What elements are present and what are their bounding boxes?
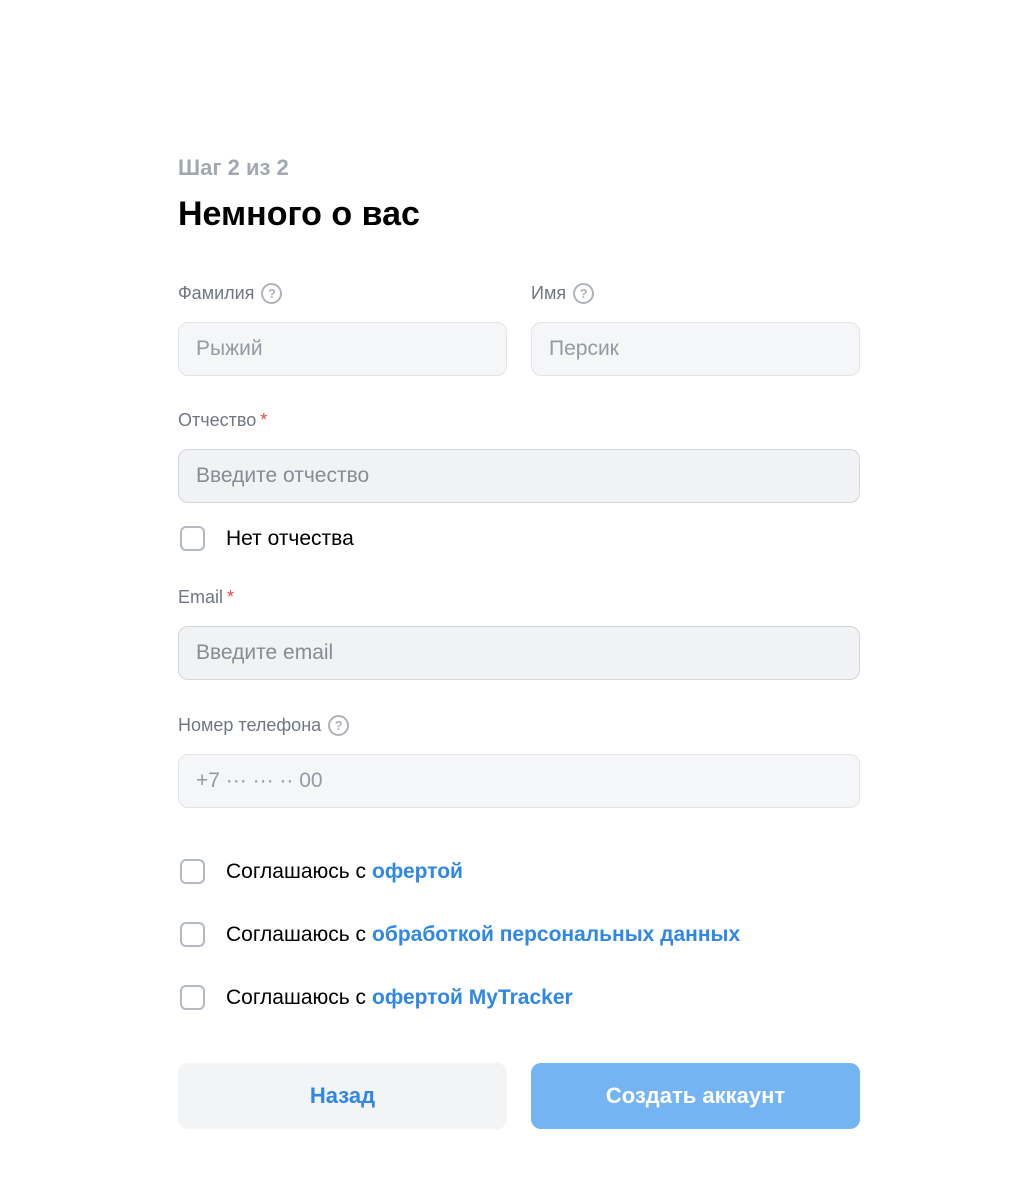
offer-link[interactable]: офертой	[372, 860, 463, 884]
patronymic-input[interactable]	[178, 449, 860, 503]
back-button[interactable]: Назад	[178, 1063, 507, 1129]
first-name-label: Имя ?	[531, 281, 595, 305]
last-name-input[interactable]	[178, 322, 507, 376]
agreement-prefix: Соглашаюсь с	[226, 922, 367, 946]
agreement-personal-data-row[interactable]: Соглашаюсь с обработкой персональных дан…	[180, 922, 740, 947]
required-mark: *	[227, 587, 235, 607]
email-label-text: Email	[178, 587, 224, 607]
agreement-personal-data-checkbox[interactable]	[180, 922, 205, 947]
last-name-label-text: Фамилия	[178, 283, 255, 303]
agreement-offer-checkbox[interactable]	[180, 859, 205, 884]
personal-data-link[interactable]: обработкой персональных данных	[372, 923, 740, 947]
phone-label: Номер телефона ?	[178, 713, 350, 737]
required-mark: *	[260, 410, 268, 430]
help-icon[interactable]: ?	[573, 282, 595, 304]
agreement-offer-row[interactable]: Соглашаюсь с офертой	[180, 859, 463, 884]
agreement-mytracker-row[interactable]: Соглашаюсь с офертой MyTracker	[180, 985, 573, 1010]
agreement-mytracker-checkbox[interactable]	[180, 985, 205, 1010]
patronymic-label-text: Отчество	[178, 410, 257, 430]
page-title: Немного о вас	[178, 195, 420, 233]
help-icon[interactable]: ?	[261, 282, 283, 304]
phone-label-text: Номер телефона	[178, 715, 322, 735]
help-icon[interactable]: ?	[328, 714, 350, 736]
last-name-label: Фамилия ?	[178, 281, 283, 305]
email-input[interactable]	[178, 626, 860, 680]
email-label: Email *	[178, 585, 234, 609]
first-name-label-text: Имя	[531, 283, 567, 303]
no-patronymic-checkbox-row[interactable]: Нет отчества	[180, 526, 354, 551]
step-indicator: Шаг 2 из 2	[178, 155, 289, 180]
agreement-prefix: Соглашаюсь с	[226, 985, 367, 1009]
no-patronymic-checkbox[interactable]	[180, 526, 205, 551]
agreement-prefix: Соглашаюсь с	[226, 859, 367, 883]
patronymic-label: Отчество *	[178, 408, 267, 432]
phone-input[interactable]	[178, 754, 860, 808]
mytracker-offer-link[interactable]: офертой MyTracker	[372, 986, 573, 1010]
create-account-button[interactable]: Создать аккаунт	[531, 1063, 860, 1129]
no-patronymic-label: Нет отчества	[226, 526, 354, 550]
first-name-input[interactable]	[531, 322, 860, 376]
